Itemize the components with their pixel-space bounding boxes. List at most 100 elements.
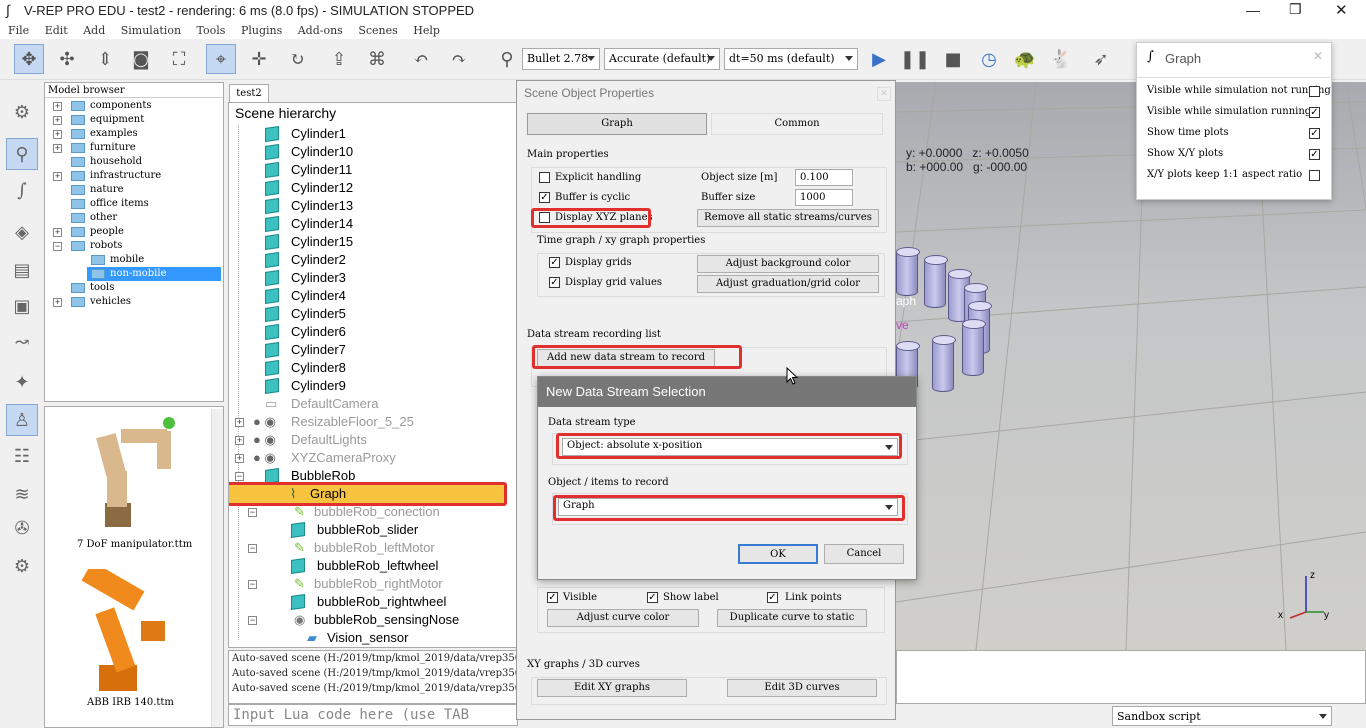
scene-hierarchy-item[interactable]: Cylinder7 — [229, 341, 519, 359]
cylinder-object[interactable] — [932, 335, 956, 392]
graph-panel-close-icon[interactable]: ✕ — [1313, 49, 1323, 63]
object-rotate-icon[interactable]: ↻ — [282, 44, 312, 74]
adjust-background-button[interactable]: Adjust background color — [697, 255, 879, 273]
user-settings-icon[interactable]: ⚙ — [6, 550, 38, 582]
visible-checkbox[interactable]: ✓ — [547, 592, 558, 603]
expand-toggle-icon[interactable]: − — [235, 472, 244, 481]
scene-hierarchy-item[interactable]: − ✎ bubbleRob_leftMotor — [229, 539, 519, 557]
cylinder-object[interactable] — [896, 247, 920, 296]
cancel-button[interactable]: Cancel — [824, 544, 904, 564]
sop-close-icon[interactable]: ✕ — [877, 87, 891, 101]
object-shift-icon[interactable]: ✛ — [244, 44, 274, 74]
menu-edit[interactable]: Edit — [45, 22, 68, 39]
expand-toggle-icon[interactable]: − — [248, 580, 257, 589]
scene-hierarchy-item[interactable]: − ✎ bubbleRob_rightMotor — [229, 575, 519, 593]
speed-up-icon[interactable]: 🐇 — [1046, 44, 1076, 74]
scene-hierarchy-item[interactable]: − ◉ bubbleRob_sensingNose — [229, 611, 519, 629]
tree-item-vehicles[interactable]: + vehicles — [49, 295, 219, 309]
camera-rotate-icon[interactable]: ✣ — [52, 44, 82, 74]
menu-help[interactable]: Help — [413, 22, 440, 39]
menu-simulation[interactable]: Simulation — [121, 22, 181, 39]
scene-hierarchy-item[interactable]: Cylinder12 — [229, 179, 519, 197]
scene-hierarchy-item[interactable]: bubbleRob_rightwheel — [229, 593, 519, 611]
edit-3d-curves-button[interactable]: Edit 3D curves — [727, 679, 877, 697]
tree-item-furniture[interactable]: + furniture — [49, 141, 219, 155]
link-points-checkbox[interactable]: ✓ — [767, 592, 778, 603]
edit-xy-graphs-button[interactable]: Edit XY graphs — [537, 679, 687, 697]
simulation-settings-icon[interactable]: ⚙ — [6, 96, 38, 128]
video-recorder-icon[interactable]: ✇ — [6, 512, 38, 544]
expand-toggle-icon[interactable]: − — [248, 508, 257, 517]
menu-add[interactable]: Add — [83, 22, 105, 39]
layers-3d-icon[interactable]: ▣ — [6, 290, 38, 322]
manipulator-thumbnail[interactable] — [65, 411, 195, 541]
scene-hierarchy-item[interactable]: Cylinder6 — [229, 323, 519, 341]
menu-scenes[interactable]: Scenes — [358, 22, 397, 39]
cylinder-object[interactable] — [962, 319, 986, 376]
object-size-input[interactable]: 0.100 — [795, 169, 853, 186]
tree-item-household[interactable]: household — [49, 155, 219, 169]
camera-pan-icon[interactable]: ✥ — [14, 44, 44, 74]
stop-icon[interactable]: ■ — [938, 44, 968, 74]
buffer-cyclic-checkbox[interactable]: ✓ — [539, 192, 550, 203]
dynamics-icon[interactable]: ⚲ — [492, 44, 522, 74]
restore-icon[interactable]: ❐ — [1289, 1, 1302, 18]
realtime-icon[interactable]: ◷ — [974, 44, 1004, 74]
adjust-graduation-button[interactable]: Adjust graduation/grid color — [697, 275, 879, 293]
undo-icon[interactable]: ↶ — [406, 44, 436, 74]
menu-plugins[interactable]: Plugins — [241, 22, 282, 39]
shape-edit-icon[interactable]: ▤ — [6, 254, 38, 286]
adjust-curve-color-button[interactable]: Adjust curve color — [547, 609, 699, 627]
tree-item-mobile[interactable]: mobile — [49, 253, 219, 267]
scene-hierarchy-item[interactable]: Cylinder1 — [229, 125, 519, 143]
remove-static-button[interactable]: Remove all static streams/curves — [697, 209, 879, 227]
graph-opt-checkbox[interactable]: ✓ — [1309, 149, 1320, 160]
camera-shift-icon[interactable]: ⇕ — [90, 44, 120, 74]
model-browser-icon[interactable]: ♙ — [6, 404, 38, 436]
scene-hierarchy-item[interactable]: + ● ◉ ResizableFloor_5_25 — [229, 413, 519, 431]
graph-opt-checkbox[interactable]: ✓ — [1309, 107, 1320, 118]
tree-item-equipment[interactable]: + equipment — [49, 113, 219, 127]
thumbnails-scrollbar[interactable] — [211, 409, 223, 727]
pause-icon[interactable]: ❚❚ — [900, 44, 930, 74]
abb-robot-thumbnail[interactable] — [63, 569, 193, 699]
transfer-dna-icon[interactable]: ⌘ — [362, 44, 392, 74]
scene-hierarchy-item[interactable]: Cylinder11 — [229, 161, 519, 179]
play-icon[interactable]: ▶ — [864, 44, 894, 74]
display-grid-values-checkbox[interactable]: ✓ — [549, 277, 560, 288]
close-icon[interactable]: ✕ — [1335, 1, 1348, 19]
ok-button[interactable]: OK — [738, 544, 818, 564]
tree-item-infrastructure[interactable]: + infrastructure — [49, 169, 219, 183]
tree-item-nature[interactable]: nature — [49, 183, 219, 197]
path-edit-icon[interactable]: ↝ — [6, 326, 38, 358]
tree-item-components[interactable]: + components — [49, 99, 219, 113]
scene-hierarchy-item[interactable]: Cylinder14 — [229, 215, 519, 233]
duplicate-curve-button[interactable]: Duplicate curve to static — [717, 609, 867, 627]
collections-icon[interactable]: ◈ — [6, 216, 38, 248]
scene-hierarchy-item[interactable]: + ● ◉ XYZCameraProxy — [229, 449, 519, 467]
script-type-select[interactable]: Sandbox script — [1112, 706, 1332, 726]
timestep-select[interactable]: dt=50 ms (default) — [724, 48, 858, 70]
display-grids-checkbox[interactable]: ✓ — [549, 257, 560, 268]
fit-to-view-icon[interactable]: ⛶ — [164, 44, 194, 74]
scene-hierarchy-item[interactable]: Cylinder2 — [229, 251, 519, 269]
accuracy-select[interactable]: Accurate (default) — [604, 48, 720, 70]
tree-item-office-items[interactable]: office items — [49, 197, 219, 211]
scene-hierarchy-item[interactable]: ▭ DefaultCamera — [229, 395, 519, 413]
scene-hierarchy-item[interactable]: + ● ◉ DefaultLights — [229, 431, 519, 449]
scene-hierarchy-item[interactable]: Cylinder10 — [229, 143, 519, 161]
expand-toggle-icon[interactable]: + — [235, 454, 244, 463]
scene-hierarchy-item[interactable]: Cylinder4 — [229, 287, 519, 305]
thread-rendering-icon[interactable]: ➶ — [1086, 44, 1116, 74]
scene-hierarchy-item[interactable]: Cylinder9 — [229, 377, 519, 395]
scene-hierarchy-item[interactable]: Cylinder13 — [229, 197, 519, 215]
scene-hierarchy-item[interactable]: ▰ Vision_sensor — [229, 629, 519, 647]
tree-item-robots[interactable]: − robots — [49, 239, 219, 253]
buffer-size-input[interactable]: 1000 — [795, 189, 853, 206]
expand-toggle-icon[interactable]: + — [235, 418, 244, 427]
menu-addons[interactable]: Add-ons — [298, 22, 343, 39]
menu-file[interactable]: File — [8, 22, 29, 39]
zoom-icon[interactable]: ⚲ — [6, 138, 38, 170]
explicit-handling-checkbox[interactable] — [539, 172, 550, 183]
selection-icon[interactable]: ✦ — [6, 366, 38, 398]
